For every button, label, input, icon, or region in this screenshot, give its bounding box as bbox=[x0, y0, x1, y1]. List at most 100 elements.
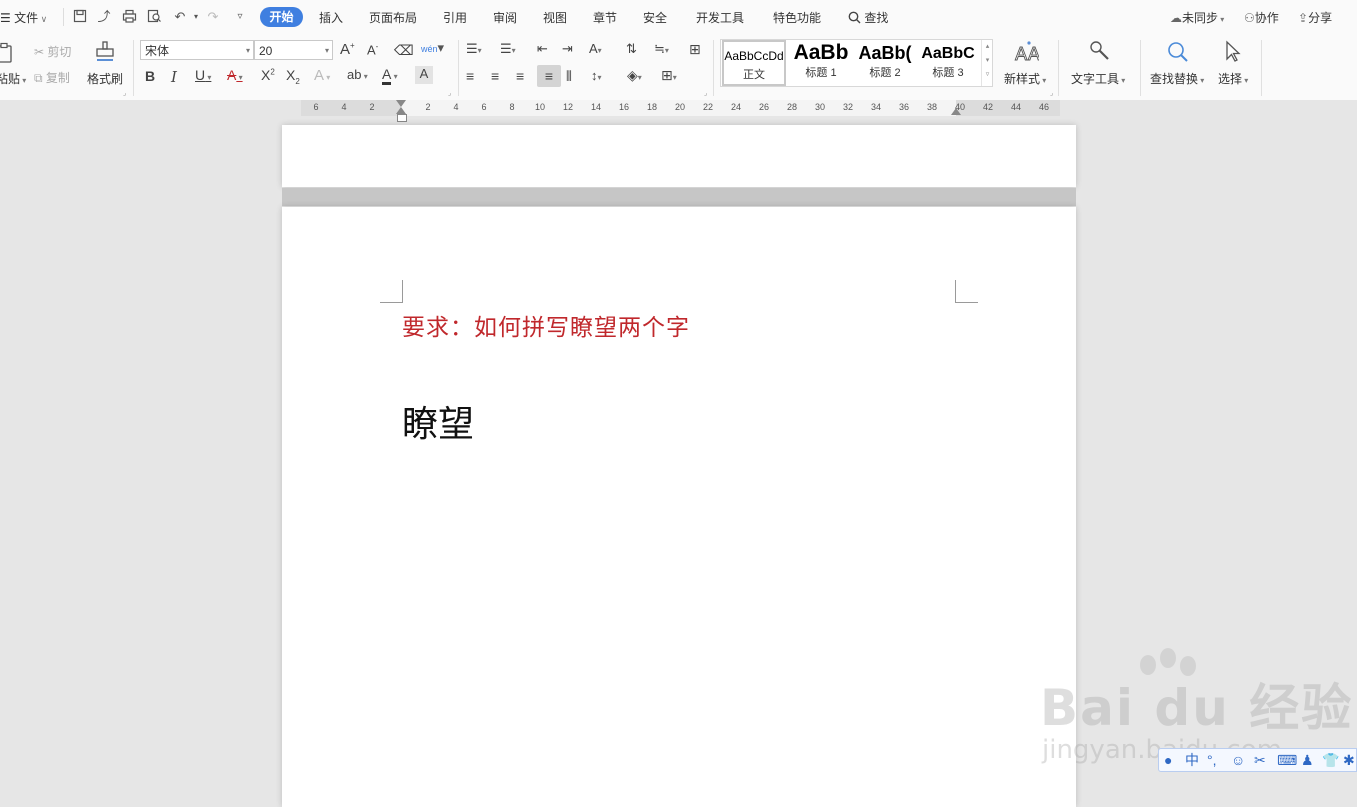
text-effect-icon[interactable]: A ▾ bbox=[314, 67, 330, 84]
search-button[interactable]: 查找 bbox=[848, 9, 888, 26]
bold-icon[interactable]: B bbox=[145, 68, 155, 84]
ruler-tick-label: 10 bbox=[534, 102, 546, 112]
tab-home[interactable]: 开始 bbox=[260, 7, 303, 27]
hanging-indent-marker[interactable] bbox=[396, 107, 406, 114]
table-borders-icon[interactable]: ⊞ bbox=[689, 41, 701, 58]
char-shading-icon[interactable]: A bbox=[415, 66, 433, 84]
ruler-tick-label: 20 bbox=[674, 102, 686, 112]
cursor-icon[interactable] bbox=[1222, 40, 1244, 66]
tab-chapter[interactable]: 章节 bbox=[593, 9, 617, 26]
font-size-select[interactable]: 20 ▾ bbox=[254, 40, 333, 60]
font-color-icon[interactable]: A ▾ bbox=[382, 66, 398, 85]
tab-view[interactable]: 视图 bbox=[543, 9, 567, 26]
collaborate-button[interactable]: ⚇协作 bbox=[1244, 9, 1279, 26]
highlight-icon[interactable]: ab ▾ bbox=[347, 67, 368, 82]
tab-references[interactable]: 引用 bbox=[443, 9, 467, 26]
font-launcher-icon[interactable]: ⌟ bbox=[448, 89, 451, 97]
sync-status[interactable]: ☁未同步 ▾ bbox=[1170, 9, 1224, 26]
paste-icon[interactable] bbox=[0, 42, 16, 64]
right-indent-marker[interactable] bbox=[951, 108, 961, 115]
ime-punctuation-icon[interactable]: °, bbox=[1207, 752, 1217, 768]
superscript-icon[interactable]: X2 bbox=[261, 67, 275, 83]
new-style-icon[interactable]: AA bbox=[1013, 40, 1041, 66]
copy-button[interactable]: ⧉ 复制 bbox=[34, 69, 70, 86]
underline-icon[interactable]: U ▾ bbox=[195, 67, 211, 83]
style-heading-3[interactable]: AaBbC 标题 3 bbox=[918, 40, 978, 86]
ime-tools-icon[interactable]: ✂ bbox=[1254, 752, 1266, 768]
ime-skin-icon[interactable]: 👕 bbox=[1322, 752, 1339, 768]
save-icon[interactable] bbox=[72, 9, 88, 25]
style-normal[interactable]: AaBbCcDd 正文 bbox=[722, 40, 786, 86]
requirement-text[interactable]: 要求：如何拼写瞭望两个字 bbox=[402, 308, 690, 342]
clipboard-launcher-icon[interactable]: ⌟ bbox=[123, 89, 126, 97]
strikethrough-icon[interactable]: A ▾ bbox=[227, 67, 243, 83]
bullet-list-icon[interactable]: ☰▾ bbox=[466, 41, 482, 57]
redo-icon[interactable]: ↷ bbox=[205, 9, 221, 25]
ime-toolbar[interactable]: ● 中 °, ☺ ✂ ⌨ ♟ 👕 ✱ bbox=[1158, 748, 1357, 772]
style-heading-2[interactable]: AaBb( 标题 2 bbox=[855, 40, 915, 86]
customize-toolbar-icon[interactable]: ▿ bbox=[232, 9, 248, 25]
distributed-align-icon[interactable]: ⫴ bbox=[566, 68, 572, 85]
ime-chinese-mode-icon[interactable]: 中 bbox=[1185, 752, 1199, 768]
grow-font-icon[interactable]: A+ bbox=[340, 41, 355, 58]
find-replace-icon[interactable] bbox=[1165, 40, 1191, 66]
ime-emoji-icon[interactable]: ☺ bbox=[1231, 752, 1245, 768]
new-style-button[interactable]: 新样式 ▾ bbox=[1004, 70, 1046, 87]
style-heading-1[interactable]: AaBb 标题 1 bbox=[789, 40, 853, 86]
find-replace-button[interactable]: 查找替换 ▾ bbox=[1150, 70, 1204, 87]
ruler-tick-label: 2 bbox=[369, 102, 375, 112]
decrease-indent-icon[interactable]: ⇤ bbox=[537, 41, 548, 57]
left-indent-marker[interactable] bbox=[397, 114, 407, 122]
align-center-icon[interactable]: ≡ bbox=[491, 68, 499, 84]
tab-features[interactable]: 特色功能 bbox=[773, 9, 821, 26]
first-line-indent-marker[interactable] bbox=[396, 100, 406, 107]
justify-icon[interactable]: ≡ bbox=[537, 65, 561, 87]
clear-format-icon[interactable]: ⌫ bbox=[394, 42, 414, 59]
tab-security[interactable]: 安全 bbox=[643, 9, 667, 26]
cut-button[interactable]: ✂ 剪切 bbox=[34, 43, 71, 60]
chinese-layout-icon[interactable]: A▾ bbox=[589, 41, 602, 56]
paste-button[interactable]: 粘贴 ▾ bbox=[0, 70, 26, 87]
shrink-font-icon[interactable]: A- bbox=[367, 42, 378, 57]
share-button[interactable]: ⇪分享 bbox=[1298, 9, 1332, 26]
font-name-select[interactable]: 宋体 ▾ bbox=[140, 40, 254, 60]
print-preview-icon[interactable] bbox=[146, 9, 162, 25]
export-icon[interactable]: ⤴ bbox=[96, 9, 112, 25]
tab-page-layout[interactable]: 页面布局 bbox=[369, 9, 417, 26]
select-button[interactable]: 选择 ▾ bbox=[1218, 70, 1248, 87]
ime-user-icon[interactable]: ♟ bbox=[1301, 752, 1314, 768]
format-painter-button[interactable]: 格式刷 bbox=[87, 70, 123, 87]
tab-review[interactable]: 审阅 bbox=[493, 9, 517, 26]
show-marks-icon[interactable]: ≒▾ bbox=[654, 41, 669, 57]
paragraph-launcher-icon[interactable]: ⌟ bbox=[704, 89, 707, 97]
format-painter-icon[interactable] bbox=[93, 40, 117, 66]
sort-icon[interactable]: ⇅ bbox=[626, 41, 637, 57]
tab-insert[interactable]: 插入 bbox=[319, 9, 343, 26]
divider bbox=[1261, 40, 1262, 96]
undo-icon[interactable]: ↶ bbox=[172, 9, 188, 25]
divider bbox=[133, 40, 134, 96]
ime-keyboard-icon[interactable]: ⌨ bbox=[1277, 752, 1297, 768]
print-icon[interactable] bbox=[121, 9, 137, 25]
border-icon[interactable]: ⊞▾ bbox=[661, 67, 677, 84]
wrench-icon[interactable] bbox=[1087, 40, 1113, 66]
styles-scroll[interactable]: ▴ ▾ ▿ bbox=[981, 40, 993, 86]
styles-launcher-icon[interactable]: ⌟ bbox=[1050, 89, 1053, 97]
word-text[interactable]: 瞭望 bbox=[402, 395, 474, 447]
text-tools-button[interactable]: 文字工具 ▾ bbox=[1071, 70, 1125, 87]
subscript-icon[interactable]: X2 bbox=[286, 67, 300, 86]
file-menu[interactable]: ☰ 文件 ∨ bbox=[0, 9, 47, 26]
italic-icon[interactable]: I bbox=[171, 68, 177, 86]
ime-logo-icon[interactable]: ● bbox=[1164, 752, 1172, 768]
align-left-icon[interactable]: ≡ bbox=[466, 68, 474, 84]
paragraph-shading-icon[interactable]: ◈▾ bbox=[627, 67, 642, 84]
ruler-tick-label: 36 bbox=[898, 102, 910, 112]
align-right-icon[interactable]: ≡ bbox=[516, 68, 524, 84]
tab-developer[interactable]: 开发工具 bbox=[696, 9, 744, 26]
ime-settings-icon[interactable]: ✱ bbox=[1343, 752, 1355, 768]
undo-dropdown-icon[interactable]: ▾ bbox=[188, 9, 204, 25]
increase-indent-icon[interactable]: ⇥ bbox=[562, 41, 573, 57]
line-spacing-icon[interactable]: ↕▾ bbox=[591, 68, 602, 83]
numbered-list-icon[interactable]: ☰▾ bbox=[500, 41, 516, 57]
phonetic-guide-icon[interactable]: wén▾ bbox=[421, 40, 444, 56]
